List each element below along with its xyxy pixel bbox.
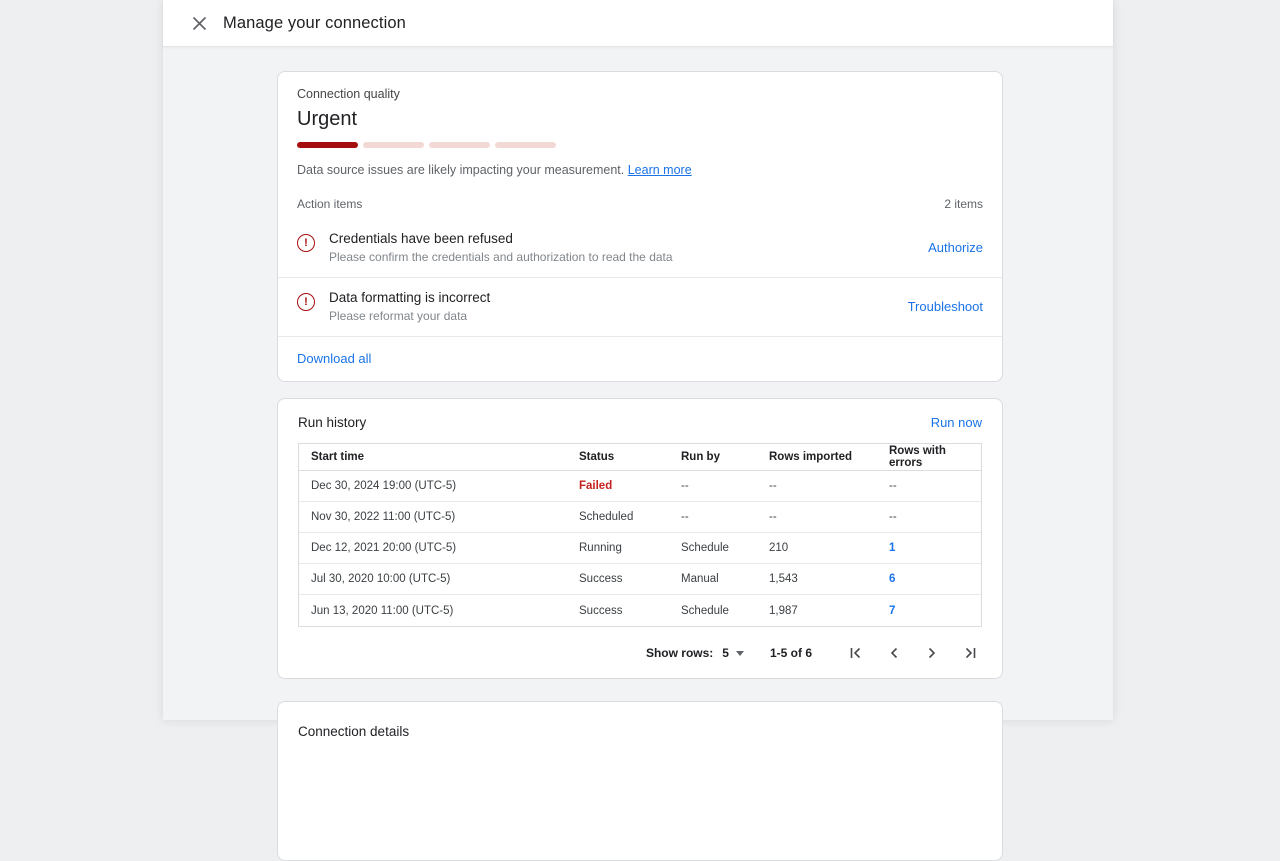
quality-description-text: Data source issues are likely impacting … xyxy=(297,163,624,177)
cell-run-by: Manual xyxy=(681,573,769,585)
cell-rows-with-errors[interactable]: 7 xyxy=(889,605,981,617)
cell-start-time: Jun 13, 2020 11:00 (UTC-5) xyxy=(299,605,579,617)
cell-status: Success xyxy=(579,605,681,617)
alert-icon: ! xyxy=(297,293,315,311)
action-item-title: Credentials have been refused xyxy=(329,231,928,246)
action-item-credentials: ! Credentials have been refused Please c… xyxy=(278,219,1002,278)
learn-more-link[interactable]: Learn more xyxy=(628,163,692,177)
cell-rows-imported: 210 xyxy=(769,542,889,554)
cell-rows-imported: -- xyxy=(769,511,889,523)
column-header-status: Status xyxy=(579,451,681,463)
table-header-row: Start time Status Run by Rows imported R… xyxy=(299,444,981,471)
cell-rows-with-errors[interactable]: 6 xyxy=(889,573,981,585)
cell-start-time: Dec 30, 2024 19:00 (UTC-5) xyxy=(299,480,579,492)
connection-quality-card: Connection quality Urgent Data source is… xyxy=(277,71,1003,382)
manage-connection-dialog: Manage your connection Connection qualit… xyxy=(163,0,1113,720)
connection-quality-label: Connection quality xyxy=(297,87,983,101)
action-item-formatting: ! Data formatting is incorrect Please re… xyxy=(278,278,1002,337)
quality-segment-filled xyxy=(297,142,358,148)
table-pagination: Show rows: 5 1-5 of 6 xyxy=(298,641,982,665)
last-page-icon[interactable] xyxy=(958,641,982,665)
cell-run-by: Schedule xyxy=(681,605,769,617)
action-items-label: Action items xyxy=(297,197,362,211)
column-header-start-time: Start time xyxy=(299,451,579,463)
cell-run-by: Schedule xyxy=(681,542,769,554)
run-now-button[interactable]: Run now xyxy=(931,415,982,430)
cell-status: Scheduled xyxy=(579,511,681,523)
next-page-icon[interactable] xyxy=(920,641,944,665)
dialog-header: Manage your connection xyxy=(163,0,1113,47)
cell-run-by: -- xyxy=(681,511,769,523)
run-history-title: Run history xyxy=(298,415,366,430)
download-all-link[interactable]: Download all xyxy=(297,351,371,366)
quality-level: Urgent xyxy=(297,108,983,131)
page-size-dropdown[interactable]: 5 xyxy=(722,646,744,660)
cell-rows-imported: -- xyxy=(769,480,889,492)
page-range: 1-5 of 6 xyxy=(770,646,812,660)
cell-status: Failed xyxy=(579,480,681,492)
run-history-card: Run history Run now Start time Status Ru… xyxy=(277,398,1003,679)
action-items-header: Action items 2 items xyxy=(278,177,1002,219)
action-item-subtitle: Please reformat your data xyxy=(329,309,908,323)
cell-rows-with-errors[interactable]: 1 xyxy=(889,542,981,554)
page-size-value: 5 xyxy=(722,646,729,660)
column-header-run-by: Run by xyxy=(681,451,769,463)
previous-page-icon[interactable] xyxy=(882,641,906,665)
cell-start-time: Dec 12, 2021 20:00 (UTC-5) xyxy=(299,542,579,554)
dialog-content: Connection quality Urgent Data source is… xyxy=(163,47,1113,861)
cell-rows-with-errors: -- xyxy=(889,480,981,492)
close-icon[interactable] xyxy=(189,13,209,33)
cell-start-time: Nov 30, 2022 11:00 (UTC-5) xyxy=(299,511,579,523)
authorize-button[interactable]: Authorize xyxy=(928,240,983,255)
troubleshoot-button[interactable]: Troubleshoot xyxy=(908,299,983,314)
table-row: Dec 12, 2021 20:00 (UTC-5) Running Sched… xyxy=(299,533,981,564)
run-history-table: Start time Status Run by Rows imported R… xyxy=(298,443,982,627)
table-row: Dec 30, 2024 19:00 (UTC-5) Failed -- -- … xyxy=(299,471,981,502)
connection-details-title: Connection details xyxy=(298,724,982,739)
page-title: Manage your connection xyxy=(223,14,406,33)
chevron-down-icon xyxy=(736,651,744,656)
cell-start-time: Jul 30, 2020 10:00 (UTC-5) xyxy=(299,573,579,585)
cell-run-by: -- xyxy=(681,480,769,492)
alert-icon: ! xyxy=(297,234,315,252)
cell-status: Running xyxy=(579,542,681,554)
first-page-icon[interactable] xyxy=(844,641,868,665)
cell-rows-imported: 1,987 xyxy=(769,605,889,617)
column-header-rows-imported: Rows imported xyxy=(769,451,889,463)
table-row: Jun 13, 2020 11:00 (UTC-5) Success Sched… xyxy=(299,595,981,626)
quality-description: Data source issues are likely impacting … xyxy=(297,163,983,177)
quality-segment xyxy=(363,142,424,148)
connection-details-card: Connection details xyxy=(277,701,1003,861)
column-header-rows-with-errors: Rows with errors xyxy=(889,445,981,469)
quality-segment xyxy=(429,142,490,148)
action-item-title: Data formatting is incorrect xyxy=(329,290,908,305)
action-item-subtitle: Please confirm the credentials and autho… xyxy=(329,250,928,264)
action-items-count: 2 items xyxy=(944,197,983,211)
quality-meter xyxy=(297,142,983,148)
cell-rows-imported: 1,543 xyxy=(769,573,889,585)
cell-status: Success xyxy=(579,573,681,585)
table-row: Jul 30, 2020 10:00 (UTC-5) Success Manua… xyxy=(299,564,981,595)
show-rows-label: Show rows: xyxy=(646,646,713,660)
table-row: Nov 30, 2022 11:00 (UTC-5) Scheduled -- … xyxy=(299,502,981,533)
quality-segment xyxy=(495,142,556,148)
cell-rows-with-errors: -- xyxy=(889,511,981,523)
